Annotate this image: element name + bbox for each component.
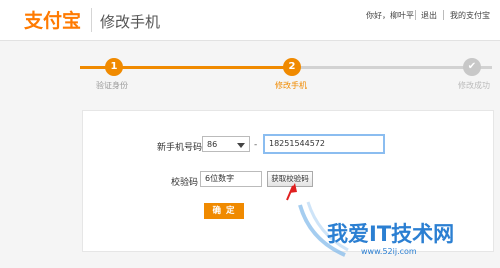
watermark-url: www.52ij.com <box>361 247 417 256</box>
watermark-text: 我爱IT技术网 <box>327 222 455 246</box>
